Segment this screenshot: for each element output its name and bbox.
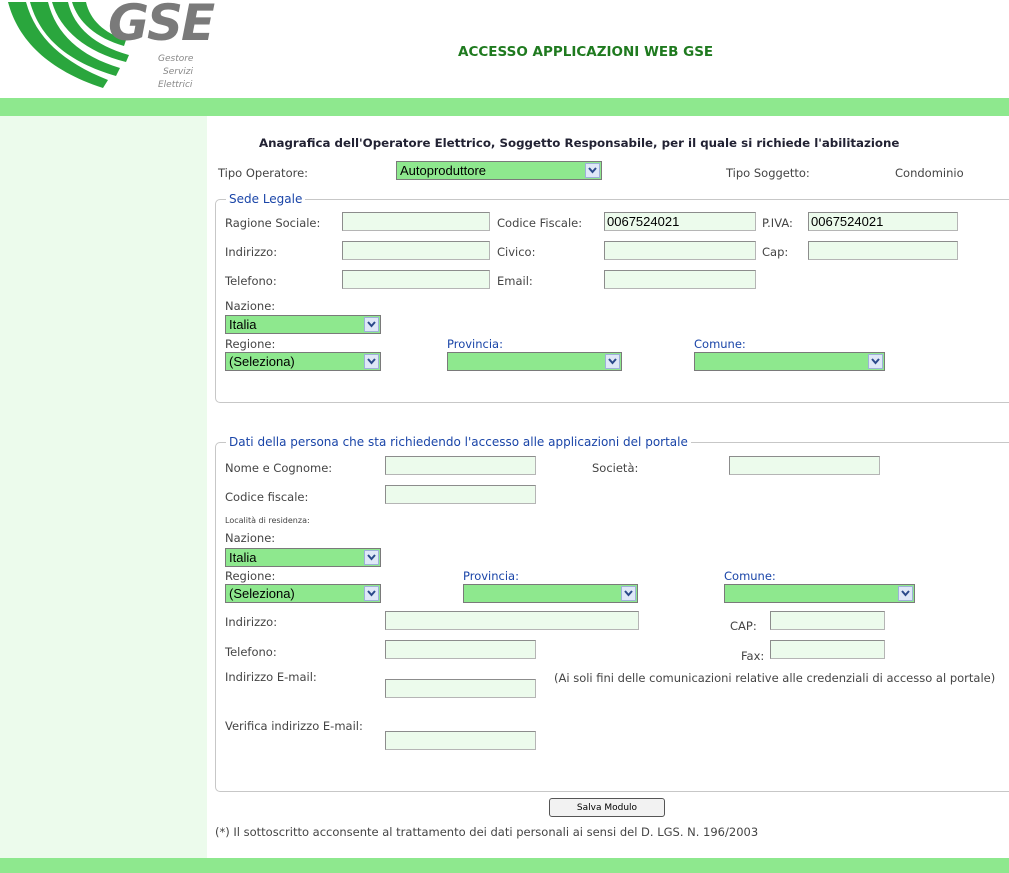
tipo-soggetto-value: Condominio bbox=[895, 166, 964, 180]
regione-persona-value: (Seleziona) bbox=[229, 586, 295, 601]
nazione-persona-value: Italia bbox=[229, 550, 257, 565]
comune-persona-label: Comune: bbox=[724, 569, 776, 583]
indirizzo-persona-label: Indirizzo: bbox=[225, 615, 278, 629]
codice-fiscale-input[interactable]: 0067524021 bbox=[604, 212, 756, 231]
provincia-label: Provincia: bbox=[447, 337, 503, 351]
logo-sub-3: Elettrici bbox=[158, 80, 193, 90]
indirizzo-input[interactable] bbox=[342, 241, 490, 260]
telefono-label: Telefono: bbox=[225, 274, 277, 288]
nazione-select[interactable]: Italia bbox=[225, 315, 381, 334]
provincia-persona-select[interactable] bbox=[463, 584, 638, 603]
top-bar bbox=[0, 98, 1009, 116]
telefono-persona-label: Telefono: bbox=[225, 645, 277, 659]
email-input[interactable] bbox=[604, 270, 756, 289]
persona-legend: Dati della persona che sta richiedendo l… bbox=[226, 435, 691, 449]
save-button[interactable]: Salva Modulo bbox=[549, 798, 665, 817]
codice-fiscale-persona-label: Codice fiscale: bbox=[225, 490, 309, 504]
societa-label: Società: bbox=[592, 461, 639, 475]
chevron-down-icon bbox=[364, 550, 379, 565]
email-note: (Ai soli fini delle comunicazioni relati… bbox=[554, 671, 996, 685]
verifica-email-input[interactable] bbox=[385, 731, 536, 750]
chevron-down-icon bbox=[621, 586, 636, 601]
chevron-down-icon bbox=[898, 586, 913, 601]
chevron-down-icon bbox=[364, 586, 379, 601]
nazione-persona-label: Nazione: bbox=[225, 531, 276, 545]
codice-fiscale-persona-input[interactable] bbox=[385, 485, 536, 504]
telefono-input[interactable] bbox=[342, 270, 490, 289]
societa-input[interactable] bbox=[729, 456, 880, 475]
provincia-persona-label: Provincia: bbox=[463, 569, 519, 583]
page-title: ACCESSO APPLICAZIONI WEB GSE bbox=[458, 44, 714, 60]
ragione-sociale-input[interactable] bbox=[342, 212, 490, 231]
cap-label: Cap: bbox=[762, 245, 789, 259]
nazione-persona-select[interactable]: Italia bbox=[225, 548, 381, 567]
left-sidebar bbox=[0, 116, 207, 858]
comune-persona-select[interactable] bbox=[724, 584, 915, 603]
regione-value: (Seleziona) bbox=[229, 354, 295, 369]
codice-fiscale-label: Codice Fiscale: bbox=[497, 216, 583, 230]
civico-label: Civico: bbox=[497, 245, 536, 259]
civico-input[interactable] bbox=[604, 241, 756, 260]
regione-select[interactable]: (Seleziona) bbox=[225, 352, 381, 371]
fax-label: Fax: bbox=[741, 649, 765, 663]
email-label: Email: bbox=[497, 274, 533, 288]
logo-text: GSE bbox=[108, 0, 215, 52]
chevron-down-icon bbox=[364, 354, 379, 369]
cap-persona-input[interactable] bbox=[770, 611, 885, 630]
provincia-select[interactable] bbox=[447, 352, 622, 371]
nazione-label: Nazione: bbox=[225, 299, 276, 313]
chevron-down-icon bbox=[868, 354, 883, 369]
chevron-down-icon bbox=[585, 163, 600, 178]
piva-input[interactable]: 0067524021 bbox=[808, 212, 958, 231]
logo-sub-2: Servizi bbox=[163, 67, 194, 77]
gse-logo: GSE Gestore Servizi Elettrici bbox=[8, 0, 218, 98]
tipo-operatore-label: Tipo Operatore: bbox=[218, 166, 309, 180]
indirizzo-label: Indirizzo: bbox=[225, 245, 278, 259]
ragione-sociale-label: Ragione Sociale: bbox=[225, 216, 321, 230]
email-persona-input[interactable] bbox=[385, 679, 536, 698]
sede-legale-legend: Sede Legale bbox=[226, 192, 306, 206]
email-persona-label: Indirizzo E-mail: bbox=[225, 670, 317, 684]
tipo-soggetto-label: Tipo Soggetto: bbox=[726, 166, 810, 180]
form-heading: Anagrafica dell'Operatore Elettrico, Sog… bbox=[259, 136, 900, 150]
logo-sub-1: Gestore bbox=[158, 54, 194, 64]
regione-label: Regione: bbox=[225, 337, 276, 351]
nome-cognome-label: Nome e Cognome: bbox=[225, 461, 333, 475]
cap-persona-label: CAP: bbox=[730, 619, 757, 633]
localita-label: Località di residenza: bbox=[225, 516, 310, 525]
privacy-note: (*) Il sottoscritto acconsente al tratta… bbox=[215, 825, 759, 839]
regione-persona-label: Regione: bbox=[225, 569, 276, 583]
comune-select[interactable] bbox=[694, 352, 885, 371]
tipo-operatore-value: Autoproduttore bbox=[400, 163, 487, 178]
chevron-down-icon bbox=[364, 317, 379, 332]
comune-label: Comune: bbox=[694, 337, 746, 351]
fax-input[interactable] bbox=[770, 640, 885, 659]
nome-cognome-input[interactable] bbox=[385, 456, 536, 475]
nazione-value: Italia bbox=[229, 317, 257, 332]
chevron-down-icon bbox=[605, 354, 620, 369]
piva-label: P.IVA: bbox=[762, 216, 793, 230]
verifica-email-label: Verifica indirizzo E-mail: bbox=[225, 719, 363, 733]
cap-input[interactable] bbox=[808, 241, 958, 260]
indirizzo-persona-input[interactable] bbox=[385, 611, 639, 630]
tipo-operatore-select[interactable]: Autoproduttore bbox=[396, 161, 602, 180]
regione-persona-select[interactable]: (Seleziona) bbox=[225, 584, 381, 603]
telefono-persona-input[interactable] bbox=[385, 640, 536, 659]
bottom-bar bbox=[0, 858, 1009, 873]
